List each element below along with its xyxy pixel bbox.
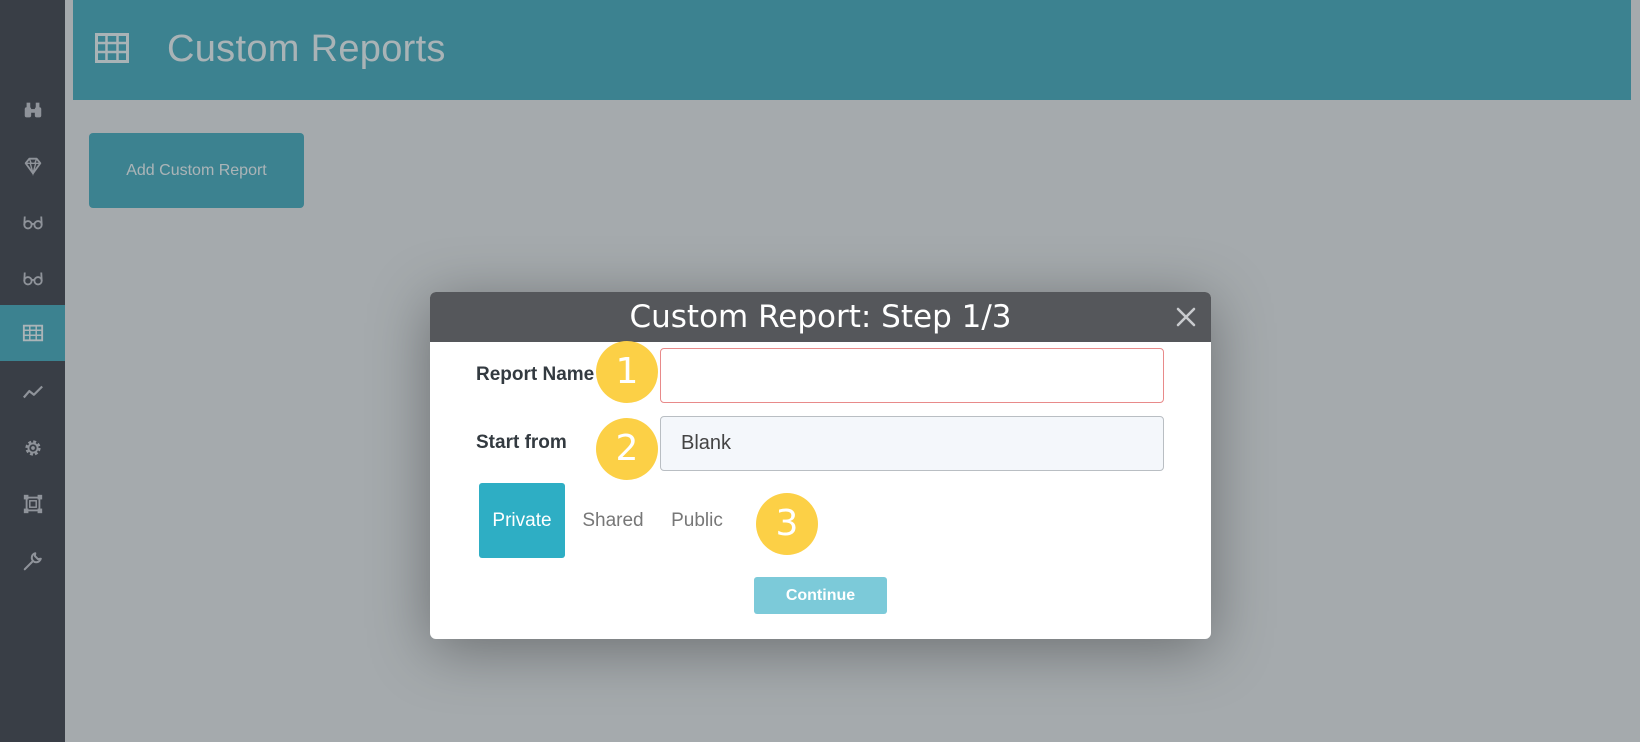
dialog-title: Custom Report: Step 1/3 <box>629 299 1012 335</box>
visibility-shared-button[interactable]: Shared <box>571 483 655 558</box>
annotation-badge-1: 1 <box>596 341 658 403</box>
visibility-private-button[interactable]: Private <box>479 483 565 558</box>
dialog-header: Custom Report: Step 1/3 <box>430 292 1211 342</box>
close-icon[interactable] <box>1171 302 1201 332</box>
start-from-label: Start from <box>476 432 567 453</box>
start-from-select[interactable] <box>660 416 1164 471</box>
custom-report-dialog: Custom Report: Step 1/3 Report Name Star… <box>430 292 1211 639</box>
visibility-public-button[interactable]: Public <box>660 483 734 558</box>
annotation-badge-3: 3 <box>756 493 818 555</box>
continue-button[interactable]: Continue <box>754 577 887 614</box>
report-name-input[interactable] <box>660 348 1164 403</box>
annotation-badge-2: 2 <box>596 418 658 480</box>
report-name-label: Report Name <box>476 364 595 385</box>
